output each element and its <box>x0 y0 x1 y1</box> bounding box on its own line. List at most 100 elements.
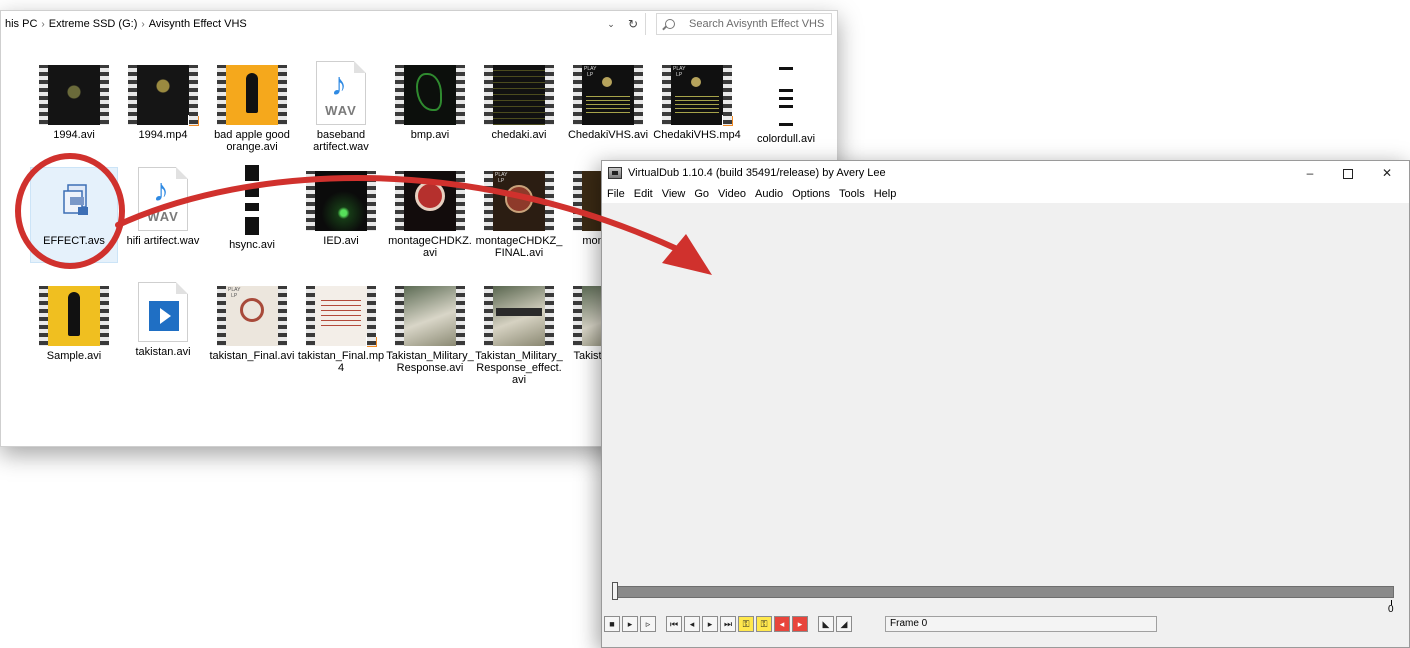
breadcrumb-drive[interactable]: Extreme SSD (G:) <box>49 18 138 30</box>
video-thumbnail <box>128 65 200 127</box>
menu-audio[interactable]: Audio <box>755 188 783 200</box>
virtualdub-app-icon[interactable] <box>608 167 622 179</box>
menu-go[interactable]: Go <box>694 188 709 200</box>
file-item-1994-mp4[interactable]: 1994.mp4 <box>119 65 207 141</box>
music-note-icon: ♪ <box>331 66 347 102</box>
chevron-down-icon[interactable]: ⌄ <box>603 15 619 33</box>
menu-file[interactable]: File <box>607 188 625 200</box>
music-note-icon: ♪ <box>153 172 169 208</box>
next-key-icon[interactable]: ⚿ <box>756 616 772 632</box>
breadcrumb-this-pc[interactable]: his PC <box>5 18 37 30</box>
wav-label: WAV <box>147 209 179 224</box>
timeline-position-handle[interactable] <box>612 582 618 600</box>
menu-edit[interactable]: Edit <box>634 188 653 200</box>
timeline-track[interactable] <box>612 586 1394 598</box>
video-thumbnail: PLAY LP <box>217 286 287 346</box>
file-label: hifi artifect.wav <box>126 235 200 247</box>
address-bar[interactable]: his PC › Extreme SSD (G:) › Avisynth Eff… <box>1 13 646 35</box>
end-icon[interactable]: ⏭ <box>720 616 736 632</box>
menu-video[interactable]: Video <box>718 188 746 200</box>
osd-text: LP <box>231 293 238 299</box>
stop-icon[interactable]: ■ <box>604 616 620 632</box>
menu-view[interactable]: View <box>662 188 686 200</box>
breadcrumb-folder[interactable]: Avisynth Effect VHS <box>149 18 247 30</box>
search-icon <box>665 19 675 29</box>
file-item-colordull-avi[interactable]: colordull.avi <box>742 59 830 145</box>
video-thumbnail <box>395 286 465 346</box>
file-item-chedakivhs-avi[interactable]: PLAY LP ChedakiVHS.avi <box>564 65 652 141</box>
video-thumbnail: PLAY LP <box>662 65 734 127</box>
video-thumbnail <box>484 286 554 346</box>
file-label: chedaki.avi <box>491 129 547 141</box>
scene-back-icon[interactable]: ◂ <box>774 616 790 632</box>
next-icon[interactable]: ▸ <box>702 616 718 632</box>
title-bar[interactable]: VirtualDub 1.10.4 (build 35491/release) … <box>602 161 1409 185</box>
maximize-button[interactable] <box>1330 161 1366 185</box>
video-workspace[interactable] <box>602 203 1409 581</box>
mark-out-icon[interactable]: ◢ <box>836 616 852 632</box>
video-thumbnail <box>39 65 109 125</box>
file-label: montageCHDKZ.avi <box>388 235 472 259</box>
file-item-hifi-wav[interactable]: ♪ WAV hifi artifect.wav <box>119 167 207 247</box>
minimize-button[interactable]: – <box>1292 161 1328 185</box>
scene-fwd-icon[interactable]: ▸ <box>792 616 808 632</box>
menu-help[interactable]: Help <box>874 188 897 200</box>
video-thumbnail <box>217 65 287 125</box>
file-item-bmp-avi[interactable]: bmp.avi <box>386 65 474 141</box>
search-placeholder: Search Avisynth Effect VHS <box>689 18 825 30</box>
address-row: his PC › Extreme SSD (G:) › Avisynth Eff… <box>1 11 839 37</box>
file-item-1994-avi[interactable]: 1994.avi <box>30 65 118 141</box>
menu-bar: File Edit View Go Video Audio Options To… <box>602 185 1409 203</box>
file-item-montagechdkz-final[interactable]: PLAY LP montageCHDKZ_FINAL.avi <box>475 171 563 259</box>
file-label: takistan.avi <box>135 346 191 358</box>
file-item-montagechdkz-avi[interactable]: montageCHDKZ.avi <box>386 171 474 259</box>
file-label: bad apple good orange.avi <box>214 129 290 153</box>
menu-options[interactable]: Options <box>792 188 830 200</box>
menu-tools[interactable]: Tools <box>839 188 865 200</box>
file-label: Takistan_Military_Response.avi <box>386 350 474 374</box>
file-item-sample-avi[interactable]: Sample.avi <box>30 286 118 362</box>
file-item-takistan-final-avi[interactable]: PLAY LP takistan_Final.avi <box>208 286 296 362</box>
file-item-hsync-avi[interactable]: hsync.avi <box>208 165 296 251</box>
file-item-ied-avi[interactable]: IED.avi <box>297 171 385 247</box>
virtualdub-window: VirtualDub 1.10.4 (build 35491/release) … <box>601 160 1410 648</box>
play-output-icon[interactable]: ▹ <box>640 616 656 632</box>
maximize-icon <box>1343 168 1353 179</box>
prev-icon[interactable]: ◂ <box>684 616 700 632</box>
play-badge-icon <box>188 115 200 127</box>
file-item-chedakivhs-mp4[interactable]: PLAY LP ChedakiVHS.mp4 <box>653 65 741 141</box>
file-item-chedaki-avi[interactable]: chedaki.avi <box>475 65 563 141</box>
file-label: ChedakiVHS.avi <box>567 129 649 141</box>
refresh-icon[interactable]: ↻ <box>624 15 642 33</box>
video-thumbnail <box>39 286 109 346</box>
file-item-bad-apple[interactable]: bad apple good orange.avi <box>208 65 296 153</box>
close-button[interactable]: ✕ <box>1369 161 1405 185</box>
osd-text: LP <box>587 72 594 78</box>
file-item-takistan-avi[interactable]: takistan.avi <box>119 282 207 358</box>
file-item-effect-avs[interactable]: EFFECT.avs <box>30 171 118 247</box>
video-thumbnail: PLAY LP <box>573 65 643 125</box>
file-label: baseband artifect.wav <box>313 129 369 153</box>
frame-status-field: Frame 0 <box>885 616 1157 632</box>
file-item-takistan-military-effect[interactable]: Takistan_Military_Response_effect.avi <box>475 286 563 386</box>
file-label: 1994.avi <box>53 129 95 141</box>
video-thumbnail <box>306 171 376 231</box>
stripe-thumbnail <box>245 165 259 235</box>
play-badge-icon <box>366 336 378 348</box>
video-thumbnail <box>395 171 465 231</box>
file-item-takistan-military[interactable]: Takistan_Military_Response.avi <box>386 286 474 374</box>
prev-key-icon[interactable]: ⚿ <box>738 616 754 632</box>
wav-label: WAV <box>325 103 357 118</box>
file-item-takistan-final-mp4[interactable]: takistan_Final.mp4 <box>297 286 385 374</box>
play-badge-icon <box>722 115 734 127</box>
start-icon[interactable]: ⏮ <box>666 616 682 632</box>
file-item-baseband-wav[interactable]: ♪ WAV baseband artifect.wav <box>297 61 385 153</box>
file-label: hsync.avi <box>229 239 275 251</box>
file-label: Takistan_Military_Response_effect.avi <box>475 350 563 386</box>
video-thumbnail <box>484 65 554 125</box>
mark-in-icon[interactable]: ◣ <box>818 616 834 632</box>
play-input-icon[interactable]: ▸ <box>622 616 638 632</box>
search-input[interactable]: Search Avisynth Effect VHS <box>656 13 832 35</box>
window-title: VirtualDub 1.10.4 (build 35491/release) … <box>628 167 886 179</box>
timeline-end-label: 0 <box>1388 604 1394 615</box>
